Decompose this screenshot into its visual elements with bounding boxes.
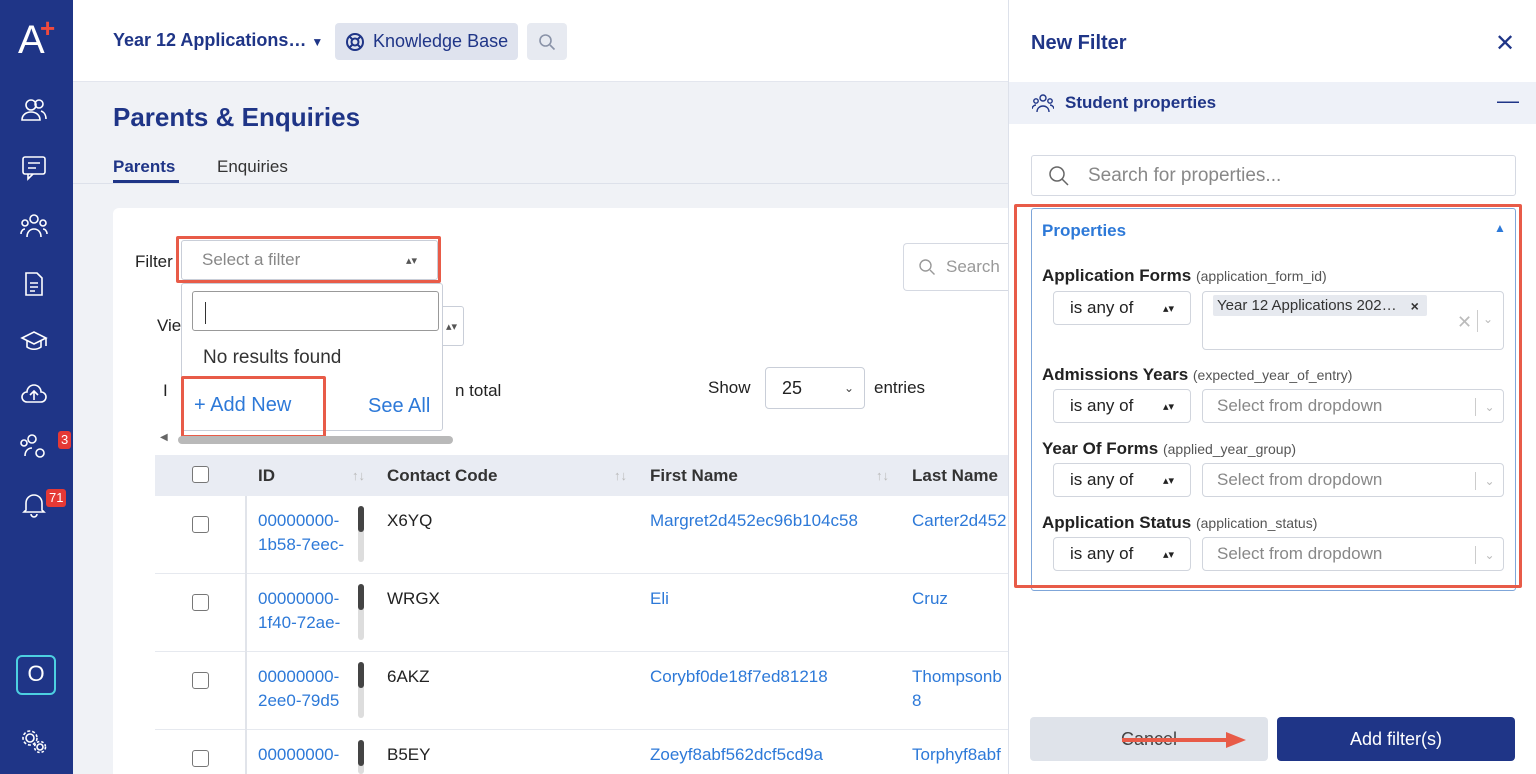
group-settings-icon[interactable] (20, 432, 54, 466)
row-checkbox[interactable] (192, 750, 209, 767)
gears-icon[interactable] (20, 728, 54, 762)
notification-badge: 71 (46, 489, 67, 507)
last-name-cell[interactable]: Carter2d452 (912, 509, 1007, 533)
first-name-cell[interactable]: Zoeyf8abf562dcf5cd9a (650, 743, 823, 767)
knowledge-base-button[interactable]: Knowledge Base (335, 23, 519, 60)
search-icon (1049, 165, 1069, 186)
group-icon[interactable] (20, 212, 54, 246)
table-row: 00000000- 2ee0-79d5 6AKZ Corybf0de18f7ed8… (155, 652, 1008, 730)
cell-scrollbar[interactable] (358, 584, 364, 640)
id-cell[interactable]: 00000000- 1f40-72ae- (258, 587, 340, 635)
filter-label: Filter (135, 252, 173, 271)
property-search-input[interactable]: Search for properties... (1031, 155, 1516, 196)
chat-icon[interactable] (20, 154, 54, 188)
table-row: 00000000- 1f40-72ae- WRGX Eli Cruz (155, 574, 1008, 652)
scrollbar-thumb[interactable] (178, 436, 453, 444)
sort-icon[interactable]: ↑↓ (352, 468, 365, 483)
collapse-icon[interactable]: — (1497, 88, 1519, 114)
top-bar: Year 12 Applications… ▼ Knowledge Base (73, 0, 1008, 82)
column-divider (245, 574, 247, 652)
cloud-upload-icon[interactable] (20, 380, 54, 414)
search-button[interactable] (527, 23, 567, 60)
column-divider (245, 730, 247, 774)
first-name-cell[interactable]: Corybf0de18f7ed81218 (650, 665, 828, 689)
highlight-box (176, 236, 441, 283)
info-text: I (163, 381, 168, 400)
panel-title: New Filter (1031, 32, 1127, 54)
column-header-first-name[interactable]: First Name (650, 466, 738, 486)
contact-code-cell: B5EY (387, 745, 431, 764)
first-name-cell[interactable]: Eli (650, 587, 669, 611)
column-header-id[interactable]: ID (258, 466, 275, 486)
users-icon[interactable] (20, 96, 54, 130)
table-row: 00000000- 1b58-7eec- X6YQ Margret2d452ec9… (155, 496, 1008, 574)
row-checkbox[interactable] (192, 594, 209, 611)
app-logo[interactable]: A + (18, 13, 55, 60)
tab-divider (73, 183, 1008, 184)
highlight-box (181, 376, 326, 438)
cell-scrollbar[interactable] (358, 662, 364, 718)
active-tab-indicator (113, 180, 179, 183)
no-results-text: No results found (203, 347, 342, 368)
cell-scrollbar[interactable] (358, 506, 364, 562)
view-select[interactable]: ▴▾ (440, 306, 464, 346)
section-title: Student properties (1065, 93, 1217, 112)
contact-code-cell: 6AKZ (387, 667, 430, 686)
column-divider (245, 496, 247, 574)
close-icon[interactable]: ✕ (1495, 32, 1515, 56)
last-name-cell[interactable]: Cruz (912, 587, 948, 611)
text-caret (205, 302, 206, 324)
add-filters-button[interactable]: Add filter(s) (1277, 717, 1515, 761)
view-label: Vie (157, 316, 182, 335)
select-all-checkbox[interactable] (192, 466, 209, 483)
column-header-contact-code[interactable]: Contact Code (387, 466, 498, 486)
cell-scrollbar[interactable] (358, 740, 364, 774)
last-name-cell[interactable]: Torphyf8abf (912, 743, 1001, 767)
table-header: ID ↑↓ Contact Code ↑↓ First Name ↑↓ Last… (155, 455, 1008, 496)
graduation-cap-icon[interactable] (20, 328, 54, 362)
chevron-down-icon: ⌄ (843, 381, 854, 395)
contact-code-cell: X6YQ (387, 511, 433, 530)
column-header-last-name[interactable]: Last Name (912, 466, 998, 486)
see-all-link[interactable]: See All (368, 395, 430, 418)
scroll-left-icon[interactable]: ◀ (160, 432, 168, 443)
highlight-box (1014, 204, 1522, 588)
id-cell[interactable]: 00000000- (258, 743, 339, 767)
sidebar: A + 3 71 O (0, 0, 73, 774)
tab-parents[interactable]: Parents (113, 157, 175, 177)
page-title: Parents & Enquiries (113, 102, 361, 132)
first-name-cell[interactable]: Margret2d452ec96b104c58 (650, 509, 858, 533)
contact-code-cell: WRGX (387, 589, 440, 608)
search-icon (919, 259, 935, 275)
tab-enquiries[interactable]: Enquiries (217, 157, 288, 177)
sort-icon[interactable]: ↑↓ (876, 468, 889, 483)
student-properties-section[interactable]: Student properties — (1009, 82, 1536, 124)
sort-icon[interactable]: ↑↓ (614, 468, 627, 483)
quick-add-button[interactable]: O (16, 655, 56, 695)
horizontal-scrollbar[interactable]: ◀ (160, 432, 453, 444)
column-divider (245, 652, 247, 730)
annotation-arrow (1122, 732, 1246, 748)
total-count-text: n total (455, 381, 502, 400)
app-selector[interactable]: Year 12 Applications… ▼ (113, 30, 323, 51)
filter-search-input[interactable] (192, 291, 439, 331)
id-cell[interactable]: 00000000- 2ee0-79d5 (258, 665, 339, 713)
show-label: Show (708, 378, 751, 397)
group-icon (1032, 94, 1054, 113)
lifebuoy-icon (346, 32, 364, 51)
id-cell[interactable]: 00000000- 1b58-7eec- (258, 509, 344, 557)
document-icon[interactable] (20, 270, 54, 304)
notification-badge: 3 (58, 431, 72, 449)
entries-select[interactable]: 25 ⌄ (765, 367, 865, 409)
row-checkbox[interactable] (192, 516, 209, 533)
search-icon (539, 33, 556, 50)
table-row: 00000000- B5EY Zoeyf8abf562dcf5cd9a Torp… (155, 730, 1008, 774)
entries-label: entries (874, 378, 926, 397)
row-checkbox[interactable] (192, 672, 209, 689)
last-name-cell[interactable]: Thompsonb 8 (912, 665, 1002, 713)
table-search-input[interactable]: Search (903, 243, 1008, 291)
